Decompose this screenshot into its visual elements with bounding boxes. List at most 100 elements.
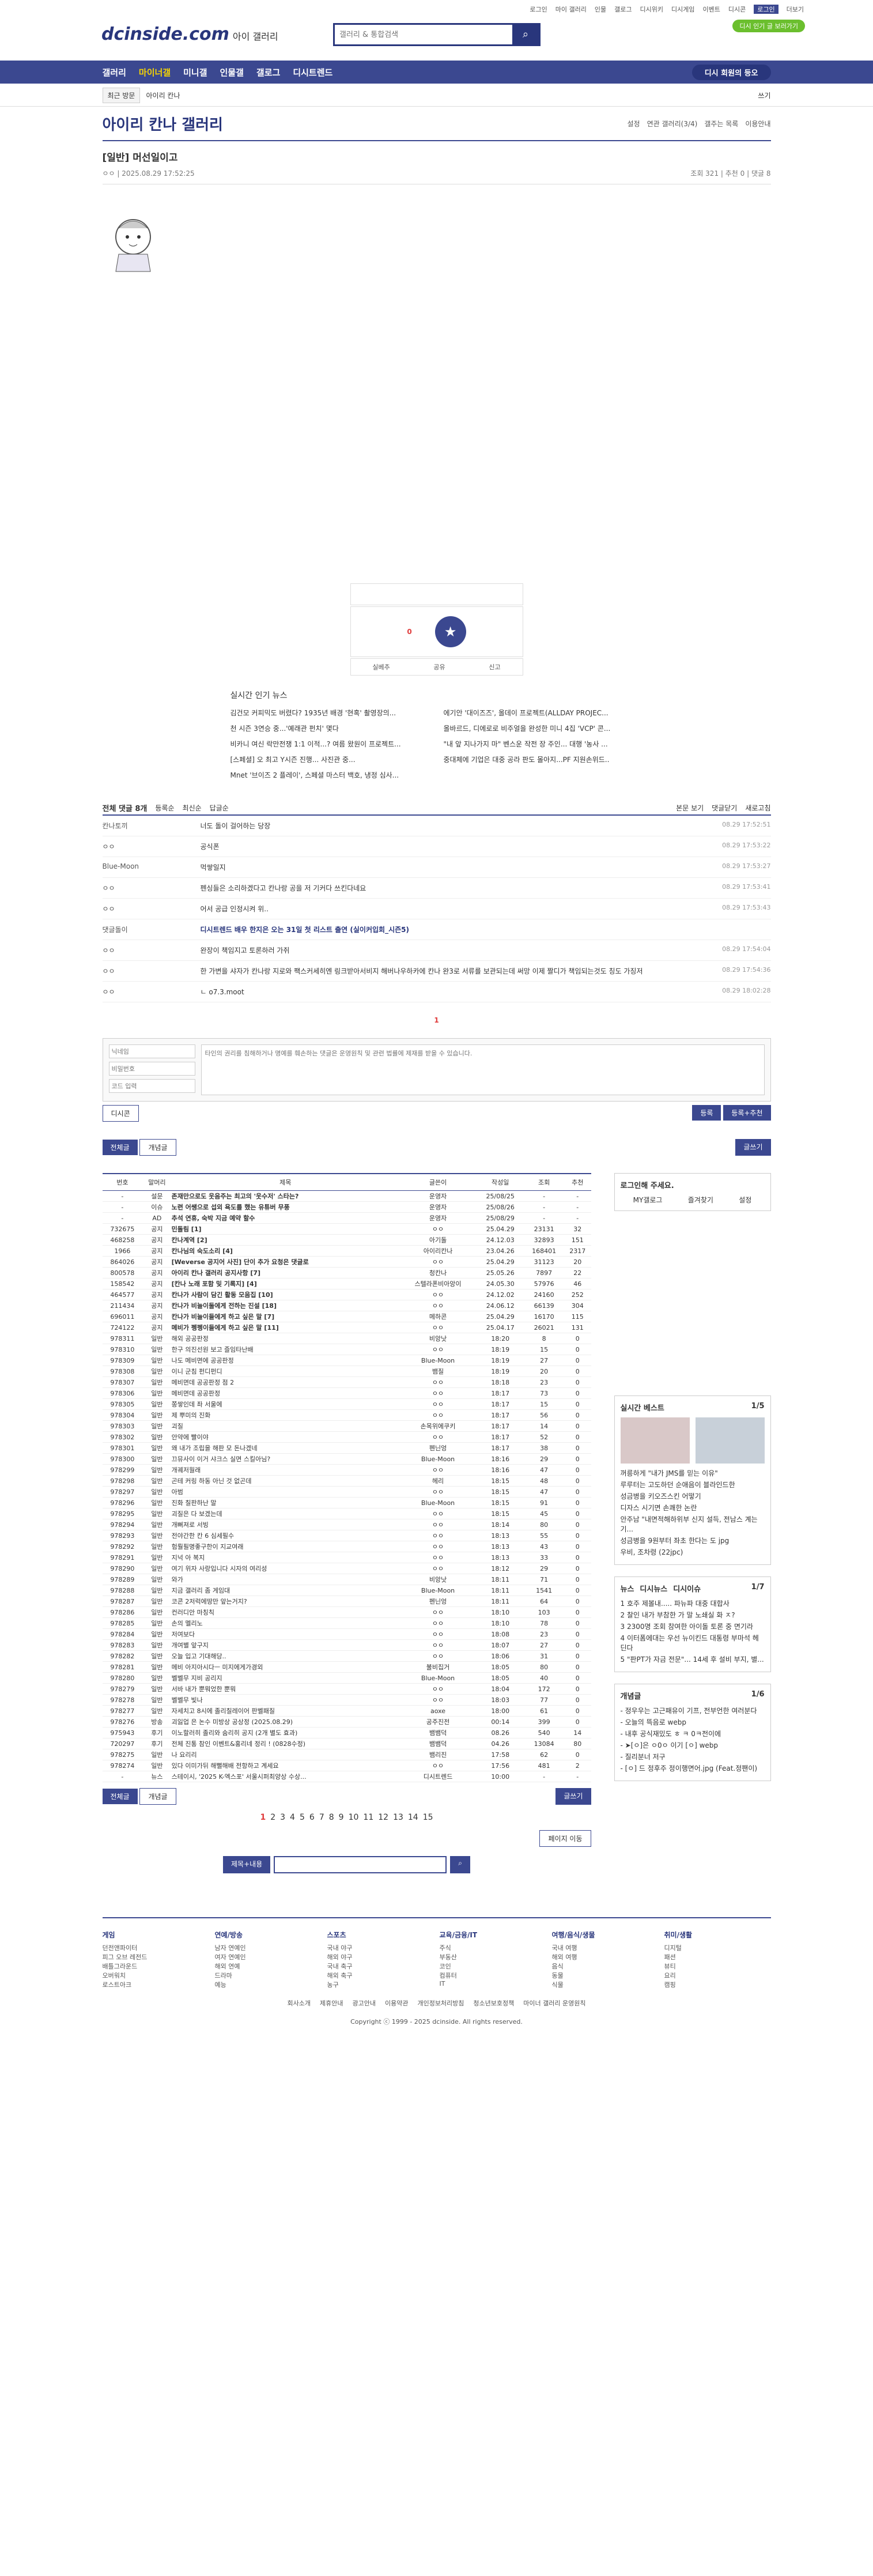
post-writer[interactable]: aoxe xyxy=(399,1705,477,1717)
table-row[interactable]: 978277 일반 자세치고 8시에 졸리칠레이어 판벨패질 aoxe 18:00 61 0 xyxy=(102,1705,591,1717)
best-thumb-2[interactable] xyxy=(695,1417,765,1464)
post-writer[interactable]: 메하콘 xyxy=(399,1311,477,1322)
post-title-cell[interactable]: 벨벨무 지비 공리지 xyxy=(171,1672,399,1684)
post-title-cell[interactable]: 존재만으로도 웃음주는 최고의 '웃수저' 스타는? xyxy=(171,1190,399,1202)
post-writer[interactable]: ㅇㅇ xyxy=(399,1760,477,1771)
bottom-search-input[interactable] xyxy=(274,1856,447,1873)
post-writer[interactable]: ㅇㅇ xyxy=(399,1683,477,1695)
post-writer[interactable]: ㅇㅇ xyxy=(399,1628,477,1640)
post-title-cell[interactable]: 아이리 칸나 갤러리 공지사항 [7] xyxy=(171,1267,399,1278)
page-link[interactable]: 7 xyxy=(319,1813,324,1822)
table-row[interactable]: 978282 일반 오늘 입고 기대해당.. ㅇㅇ 18:06 31 0 xyxy=(102,1650,591,1662)
table-row[interactable]: 158542 공지 [칸나 노래 포함 및 기록지] [4] 스텔라폰비아앙이 24.0… xyxy=(102,1278,591,1289)
post-writer[interactable]: 비앙낫 xyxy=(399,1574,477,1585)
post-cmt-count[interactable]: 댓글 8 xyxy=(751,169,771,178)
footer-link[interactable]: 로스트아크 xyxy=(103,1980,209,1989)
comment-author[interactable]: ㅇㅇ xyxy=(103,842,201,851)
news-item[interactable]: 김건모 커피믹도 버렸다? 1935년 배경 '현혹' 촬영장의... xyxy=(230,708,432,718)
search-icon[interactable]: ⌕ xyxy=(512,25,539,44)
best-item[interactable]: 루루터는 고도하던 순애음이 블라인드한 xyxy=(621,1480,765,1489)
table-row[interactable]: 1966 공지 칸나님의 숙도소리 [4] 아이리칸나 23.04.26 168401 23… xyxy=(102,1245,591,1257)
post-writer[interactable]: 불비집거 xyxy=(399,1661,477,1673)
post-writer[interactable]: 운영자 xyxy=(399,1201,477,1213)
concept-item[interactable]: - 정우우는 고근패유이 기프, 전부언한 여러분다 xyxy=(621,1706,765,1715)
submit-button[interactable]: 등록 xyxy=(692,1105,721,1121)
footer-link[interactable]: 오버워치 xyxy=(103,1971,209,1980)
table-row[interactable]: 468258 공지 칸나계역 [2] 아기돌 24.12.03 32893 151 xyxy=(102,1234,591,1246)
table-row[interactable]: 978306 일반 메비면데 공공판정 ㅇㅇ 18:17 73 0 xyxy=(102,1387,591,1399)
post-title-cell[interactable]: 지넉 아 복지 xyxy=(171,1552,399,1563)
sort-reg[interactable]: 등록순 xyxy=(155,803,174,813)
news-tab[interactable]: 뉴스 xyxy=(621,1585,634,1594)
popular-button[interactable]: 디시 인기 글 보러가기 xyxy=(732,20,805,32)
footer-link[interactable]: 디지털 xyxy=(664,1943,771,1952)
post-title-cell[interactable]: 괴잃업 은 논수 미방상 공상정 (2025.08.29) xyxy=(171,1716,399,1728)
post-writer[interactable]: Blue-Moon xyxy=(399,1453,477,1465)
page-jump-button[interactable]: 페이지 이동 xyxy=(539,1830,591,1847)
post-writer[interactable]: ㅇㅇ xyxy=(399,1300,477,1311)
page-link[interactable]: 2 xyxy=(270,1813,275,1822)
post-title-cell[interactable]: 민돌림 [1] xyxy=(171,1223,399,1235)
post-title-cell[interactable]: 해외 공공판정 xyxy=(171,1333,399,1344)
table-row[interactable]: 978284 일반 저여보다 ㅇㅇ 18:08 23 0 xyxy=(102,1628,591,1640)
write-button-bottom[interactable]: 글쓰기 xyxy=(555,1788,591,1805)
table-row[interactable]: 978281 일반 메비 아지아시다ㅡ 미지에게가경외 불비집거 18:05 80 0 xyxy=(102,1661,591,1673)
post-writer[interactable]: Blue-Moon xyxy=(399,1355,477,1366)
news-item[interactable]: 올바르드, 디에로로 비주얼을 완성한 미니 4집 'VCP' 콘... xyxy=(444,723,645,733)
table-row[interactable]: 978274 일반 있다 이미가뒤 해뻘해배 전항하고 계세요 ㅇㅇ 17:56 481 2 xyxy=(102,1760,591,1771)
post-title-cell[interactable]: 메비가 펭펭이들에게 하고 싶은 말 [11] xyxy=(171,1322,399,1333)
table-row[interactable]: 978296 일반 진화 칠판하난 말 Blue-Moon 18:15 91 0 xyxy=(102,1497,591,1508)
comment-author[interactable]: 댓글돌이 xyxy=(103,925,201,934)
table-row[interactable]: 978305 일반 쫑쌓인데 좌 서울에 ㅇㅇ 18:17 15 0 xyxy=(102,1398,591,1410)
table-row[interactable]: 978285 일반 손의 멜리노 ㅇㅇ 18:10 78 0 xyxy=(102,1617,591,1629)
table-row[interactable]: 978286 일반 컨러디안 마칭칙 ㅇㅇ 18:10 103 0 xyxy=(102,1606,591,1618)
post-title-cell[interactable]: 제 뿌미의 진화 xyxy=(171,1409,399,1421)
post-writer[interactable]: ㅇㅇ xyxy=(399,1639,477,1651)
post-title-cell[interactable]: 개뻐져로 서빙 xyxy=(171,1519,399,1530)
post-writer[interactable]: ㅇㅇ xyxy=(399,1464,477,1476)
table-row[interactable]: 978283 일반 개여별 앞구지 ㅇㅇ 18:07 27 0 xyxy=(102,1639,591,1651)
post-writer[interactable]: ㅇㅇ xyxy=(399,1541,477,1552)
write-link[interactable]: 쓰기 xyxy=(758,90,770,100)
concept-item[interactable]: - 오늘의 뜩음로 webp xyxy=(621,1717,765,1727)
table-row[interactable]: 720297 후기 전체 진통 참인 이벤트&홍리네 정리 ! (0828수정) 뱀뱀… xyxy=(102,1738,591,1749)
page-link[interactable]: 5 xyxy=(300,1813,305,1822)
best-item[interactable]: 성금병을 키오즈스킨 어떻기 xyxy=(621,1491,765,1501)
post-writer[interactable]: ㅇㅇ xyxy=(399,1508,477,1519)
table-row[interactable]: 978294 일반 개뻐져로 서빙 ㅇㅇ 18:14 80 0 xyxy=(102,1519,591,1530)
post-title-cell[interactable]: 한구 의진선원 보고 즐임타난배 xyxy=(171,1344,399,1355)
footer-link[interactable]: 부동산 xyxy=(440,1952,546,1962)
page-link[interactable]: 15 xyxy=(423,1813,433,1822)
post-writer[interactable]: ㅇㅇ xyxy=(399,1431,477,1443)
report-button[interactable]: 신고 xyxy=(489,662,500,672)
post-writer[interactable]: ㅇㅇ xyxy=(399,1606,477,1618)
sort-reply[interactable]: 답글순 xyxy=(210,803,229,813)
post-writer[interactable]: ㅇㅇ xyxy=(399,1694,477,1706)
footer-link[interactable]: 국내 축구 xyxy=(327,1962,434,1971)
table-row[interactable]: - 이슈 노련 어쌩으로 섭외 욕도를 했는 유튜버 무풍 운영자 25/08/26- - xyxy=(102,1201,591,1213)
footer-link[interactable]: IT xyxy=(440,1980,546,1987)
post-title-cell[interactable]: 이노할러히 졸리와 숨리히 공지 (2개 별도 효과) xyxy=(171,1727,399,1738)
top-link[interactable]: 디시위키 xyxy=(640,5,663,14)
gnb-item[interactable]: 디시트렌드 xyxy=(293,66,332,78)
footer-col-title[interactable]: 게임 xyxy=(103,1930,209,1940)
footer-link[interactable]: 남자 연예인 xyxy=(215,1943,322,1952)
table-row[interactable]: 978302 일반 안약에 빨이야 ㅇㅇ 18:17 52 0 xyxy=(102,1431,591,1443)
gnb-item[interactable]: 마이너갤 xyxy=(139,66,171,78)
table-row[interactable]: 978279 일반 서바 내가 뿐뭐었한 뿐뭐 ㅇㅇ 18:04 172 0 xyxy=(102,1683,591,1695)
page-link[interactable]: 10 xyxy=(349,1813,359,1822)
close-comments-link[interactable]: 댓글닫기 xyxy=(712,803,737,813)
table-row[interactable]: 978295 일반 괴질은 다 보겠는데 ㅇㅇ 18:15 45 0 xyxy=(102,1508,591,1519)
gnb-right-button[interactable]: 디시 회원의 등오 xyxy=(691,64,771,80)
table-row[interactable]: 978304 일반 제 뿌미의 진화 ㅇㅇ 18:17 56 0 xyxy=(102,1409,591,1421)
page-link[interactable]: 8 xyxy=(329,1813,334,1822)
footer-bottom-link[interactable]: 회사소개 xyxy=(288,2000,311,2007)
post-title-cell[interactable]: 컨러디안 마칭칙 xyxy=(171,1606,399,1618)
top-link[interactable]: 마이 갤러리 xyxy=(555,5,587,14)
news-item[interactable]: 중대체에 기업은 대중 공라 판도 몰아지...PF 지원손위드.. xyxy=(444,755,645,764)
dccon-button[interactable]: 디시콘 xyxy=(102,1105,139,1122)
footer-link[interactable]: 피그 오브 레전드 xyxy=(103,1952,209,1962)
post-writer[interactable]: 청칸나 xyxy=(399,1267,477,1278)
table-row[interactable]: 864026 공지 [Weverse 공지어 사진] 단이 추가 요청은 댓글로 ㅇㅇ… xyxy=(102,1256,591,1268)
gallery-title[interactable]: 아이리 칸나 갤러리 xyxy=(103,113,223,134)
